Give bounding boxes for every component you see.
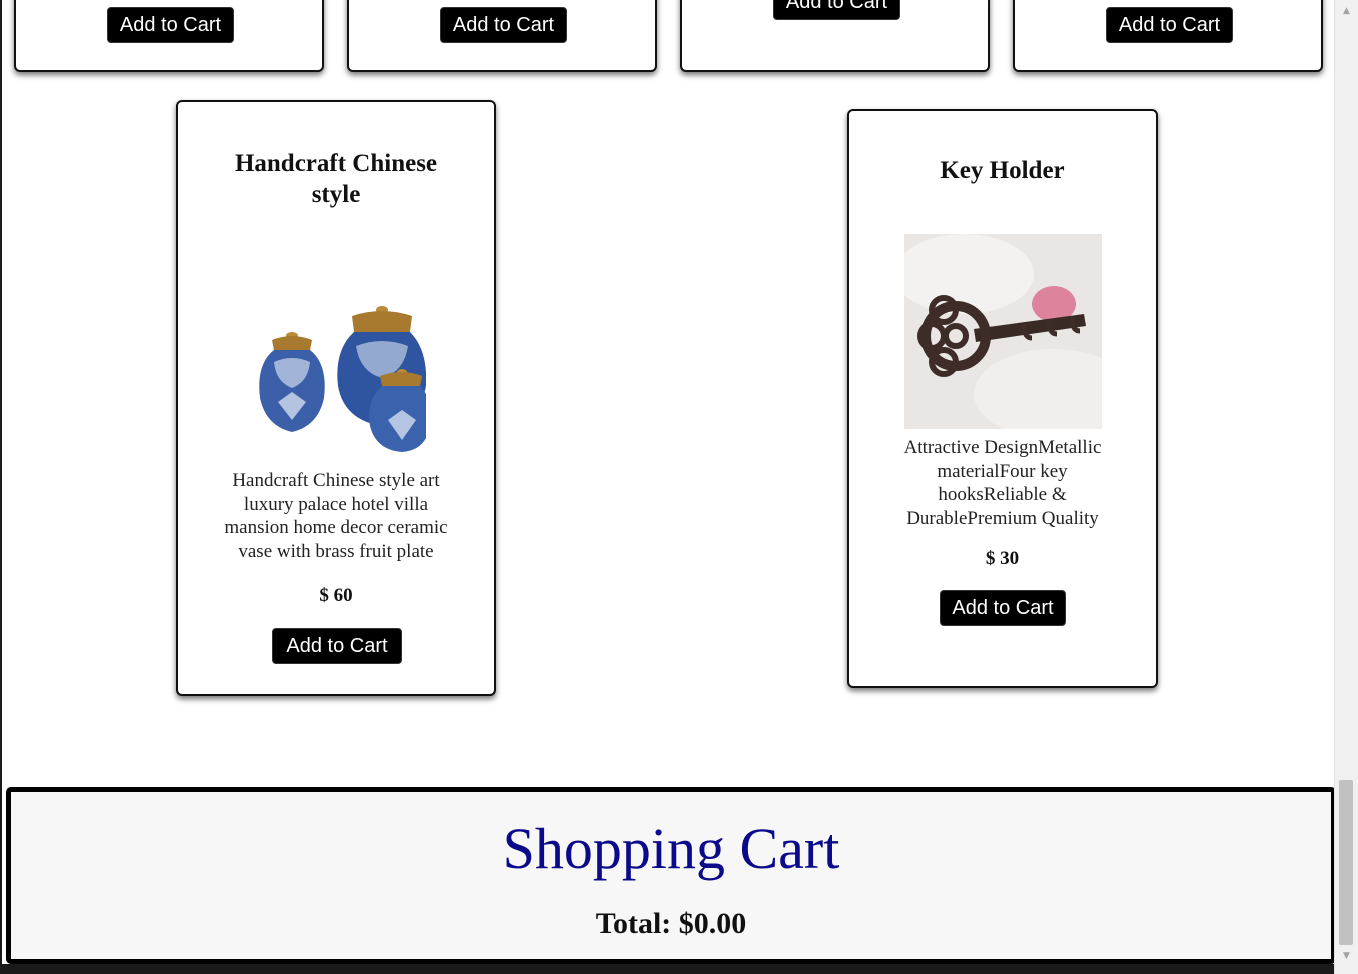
product-price: $ 60 [319, 585, 353, 606]
product-card: Add to Cart [347, 0, 657, 72]
product-card-chinese-vase: Handcraft Chinese style Handcraft Chines… [176, 100, 496, 696]
add-to-cart-button[interactable]: Add to Cart [1106, 7, 1233, 43]
product-title: Key Holder [940, 157, 1065, 184]
product-card: Add to Cart [1013, 0, 1323, 72]
cart-total: Total: $0.00 [595, 907, 747, 940]
scrollbar-thumb[interactable] [1339, 780, 1353, 945]
page-bottom-border [2, 964, 1334, 974]
add-to-cart-button[interactable]: Add to Cart [440, 7, 567, 43]
add-to-cart-button[interactable]: Add to Cart [272, 628, 402, 664]
ceramic-vases-image [250, 302, 431, 454]
add-to-cart-button[interactable]: Add to Cart [107, 7, 234, 43]
cart-title: Shopping Cart [502, 816, 840, 881]
product-page: Add to Cart Add to Cart Add to Cart Add … [0, 0, 1334, 974]
add-to-cart-button[interactable]: Add to Cart [940, 590, 1066, 626]
vertical-scrollbar[interactable]: ▲ ▼ [1334, 0, 1358, 974]
product-card: Add to Cart [680, 0, 990, 72]
product-title: Handcraft Chinese style [234, 150, 438, 208]
product-card: Add to Cart [14, 0, 324, 72]
scroll-up-arrow-icon[interactable]: ▲ [1335, 2, 1358, 20]
key-holder-image [904, 234, 1102, 429]
shopping-cart-panel: Shopping Cart Total: $0.00 [6, 787, 1334, 964]
scroll-down-arrow-icon[interactable]: ▼ [1335, 947, 1358, 965]
product-card-key-holder: Key Holder Attractive DesignMetallic mat… [847, 109, 1158, 688]
product-description: Attractive DesignMetallic materialFour k… [903, 437, 1102, 529]
add-to-cart-button[interactable]: Add to Cart [773, 0, 900, 20]
product-description: Handcraft Chinese style art luxury palac… [224, 470, 448, 562]
product-price: $ 30 [985, 548, 1020, 569]
